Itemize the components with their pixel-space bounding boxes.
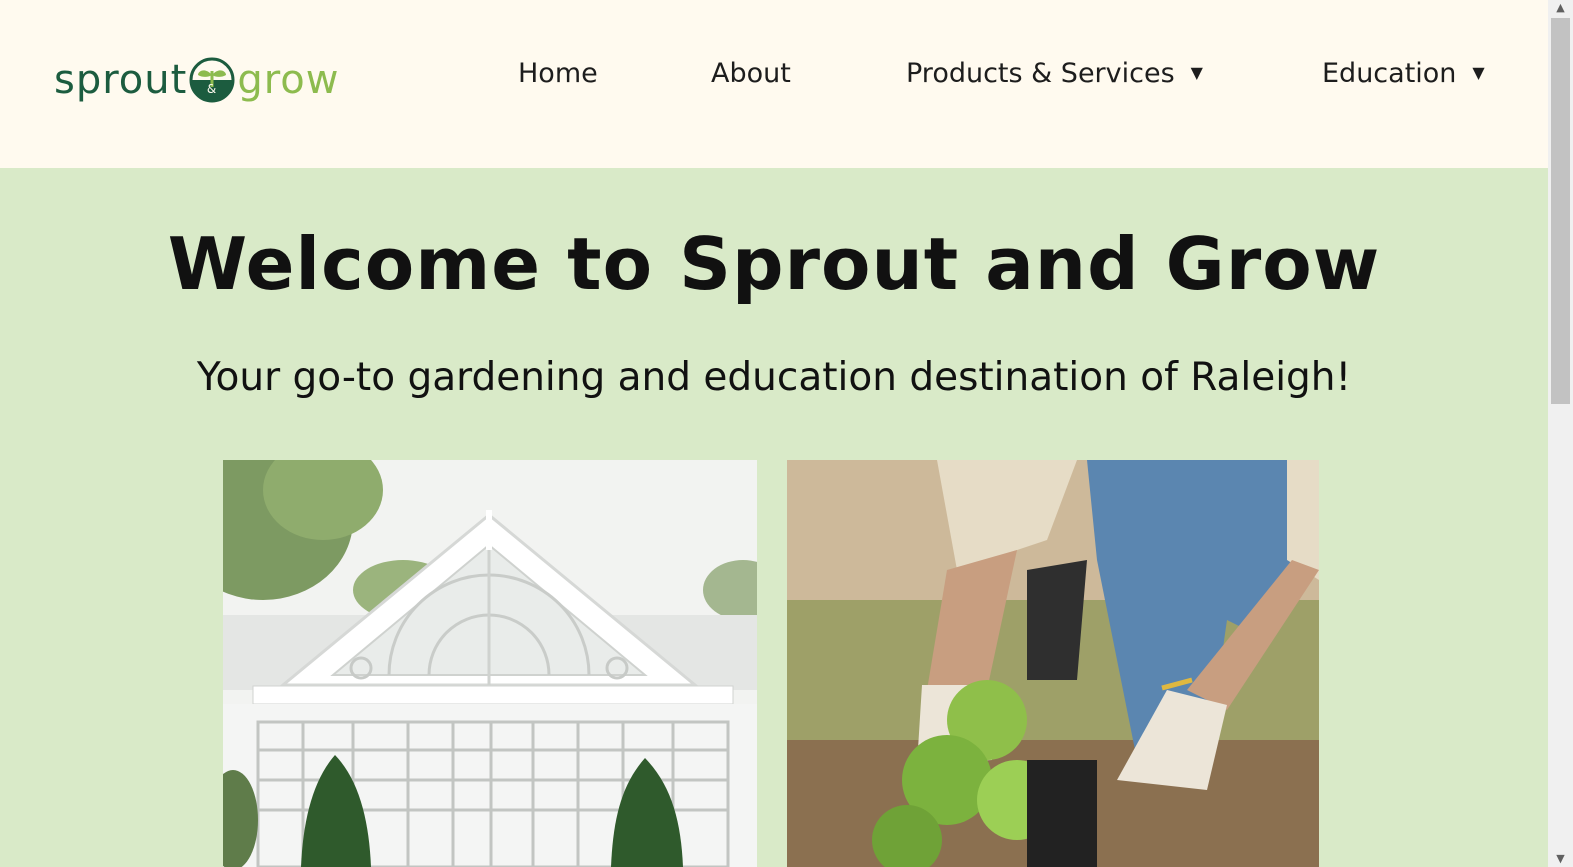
gardener-planting-photo — [787, 460, 1319, 867]
brand-logo[interactable]: sprout & grow — [54, 52, 339, 108]
nav-education-label: Education — [1322, 58, 1457, 89]
nav-about-label: About — [711, 58, 791, 89]
scrollbar-thumb[interactable] — [1551, 18, 1570, 404]
nav-home-label: Home — [518, 58, 598, 89]
site-header: sprout & grow Home About Products & Serv… — [0, 0, 1548, 168]
nav-products-label: Products & Services — [906, 58, 1175, 89]
vertical-scrollbar[interactable]: ▲ ▼ — [1548, 0, 1573, 867]
logo-mark-letter: & — [207, 82, 217, 96]
nav-about[interactable]: About — [711, 58, 791, 89]
nav-education[interactable]: Education ▼ — [1322, 58, 1485, 89]
dropdown-caret-icon: ▼ — [1472, 63, 1485, 82]
nav-products-services[interactable]: Products & Services ▼ — [906, 58, 1203, 89]
dropdown-caret-icon: ▼ — [1190, 63, 1203, 82]
hero-subtitle: Your go-to gardening and education desti… — [196, 355, 1352, 400]
nav-home[interactable]: Home — [518, 58, 598, 89]
scroll-up-icon[interactable]: ▲ — [1548, 0, 1573, 16]
logo-word-sprout: sprout — [54, 57, 188, 103]
logo-word-grow: grow — [237, 57, 340, 103]
hero-title: Welcome to Sprout and Grow — [167, 222, 1381, 306]
sprout-logo-icon: & — [189, 57, 235, 103]
scroll-down-icon[interactable]: ▼ — [1548, 851, 1573, 867]
greenhouse-photo — [223, 460, 757, 867]
